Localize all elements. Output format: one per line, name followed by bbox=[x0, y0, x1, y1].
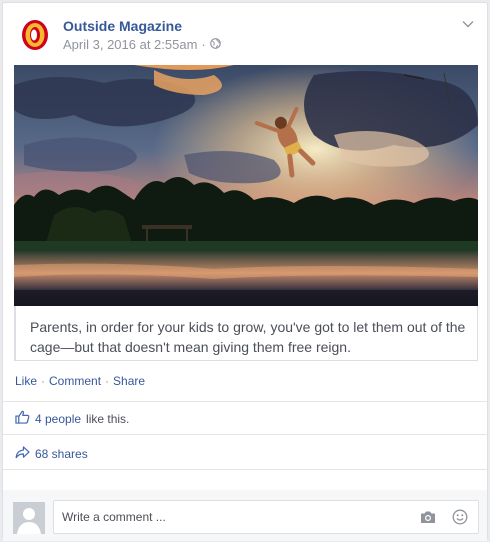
emoji-icon[interactable] bbox=[452, 509, 468, 525]
post-timestamp[interactable]: April 3, 2016 at 2:55am bbox=[63, 37, 197, 52]
post-meta: April 3, 2016 at 2:55am · bbox=[63, 37, 221, 52]
post-card: Outside Magazine April 3, 2016 at 2:55am… bbox=[2, 2, 488, 541]
shares-count: 68 shares bbox=[35, 447, 88, 461]
divider bbox=[3, 469, 487, 470]
likes-row: 4 people like this. bbox=[15, 410, 129, 427]
like-button[interactable]: Like bbox=[15, 374, 37, 388]
comment-area bbox=[3, 490, 487, 541]
shares-link[interactable]: 68 shares bbox=[15, 446, 88, 462]
action-separator: · bbox=[105, 374, 110, 388]
post-caption: Parents, in order for your kids to grow,… bbox=[30, 319, 466, 355]
divider bbox=[3, 434, 487, 435]
caption-box[interactable]: Parents, in order for your kids to grow,… bbox=[14, 306, 478, 361]
comment-input[interactable] bbox=[62, 501, 402, 533]
thumbs-up-icon bbox=[15, 410, 30, 427]
action-bar: Like · Comment · Share bbox=[15, 374, 145, 388]
camera-icon[interactable] bbox=[420, 510, 436, 524]
avatar[interactable] bbox=[13, 502, 45, 534]
page-name-link[interactable]: Outside Magazine bbox=[63, 18, 182, 34]
divider bbox=[3, 401, 487, 402]
likes-suffix: like this. bbox=[86, 411, 130, 426]
globe-icon[interactable] bbox=[209, 37, 221, 52]
share-button[interactable]: Share bbox=[113, 374, 145, 388]
post-photo[interactable] bbox=[14, 65, 478, 306]
likes-count-link[interactable]: 4 people bbox=[35, 412, 81, 426]
action-separator: · bbox=[41, 374, 46, 388]
page-logo[interactable] bbox=[15, 15, 55, 55]
post-header: Outside Magazine April 3, 2016 at 2:55am… bbox=[15, 15, 477, 55]
share-arrow-icon bbox=[15, 446, 30, 462]
chevron-down-icon[interactable] bbox=[461, 17, 475, 31]
comment-button[interactable]: Comment bbox=[49, 374, 101, 388]
comment-box bbox=[53, 500, 479, 534]
meta-separator: · bbox=[201, 37, 206, 52]
